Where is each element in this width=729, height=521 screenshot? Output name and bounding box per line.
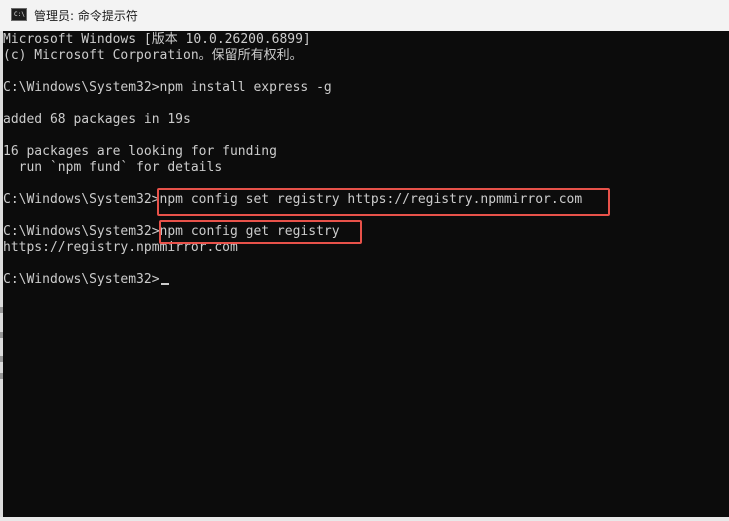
console-line: C:\Windows\System32>npm install express … — [3, 80, 332, 95]
prompt-line: C:\Windows\System32> — [3, 272, 169, 288]
console-line: (c) Microsoft Corporation。保留所有权利。 — [3, 48, 303, 63]
console-line: added 68 packages in 19s — [3, 112, 191, 127]
text-cursor — [160, 283, 169, 285]
cmd-icon: C:\ — [11, 8, 27, 21]
prompt-text: C:\Windows\System32> — [3, 272, 160, 287]
highlight-box-get-registry — [159, 220, 362, 244]
title-bar[interactable]: C:\ 管理员: 命令提示符 — [0, 0, 729, 31]
highlight-box-set-registry — [157, 188, 610, 216]
window-title: 管理员: 命令提示符 — [34, 9, 138, 23]
console-line: run `npm fund` for details — [3, 160, 223, 175]
bottom-window-edge — [0, 517, 729, 521]
console-line: Microsoft Windows [版本 10.0.26200.6899] — [3, 32, 311, 47]
command-prompt-window: C:\ 管理员: 命令提示符 Microsoft Windows [版本 10.… — [0, 0, 729, 521]
console-line: 16 packages are looking for funding — [3, 144, 277, 159]
console-output[interactable]: Microsoft Windows [版本 10.0.26200.6899] (… — [3, 31, 729, 517]
